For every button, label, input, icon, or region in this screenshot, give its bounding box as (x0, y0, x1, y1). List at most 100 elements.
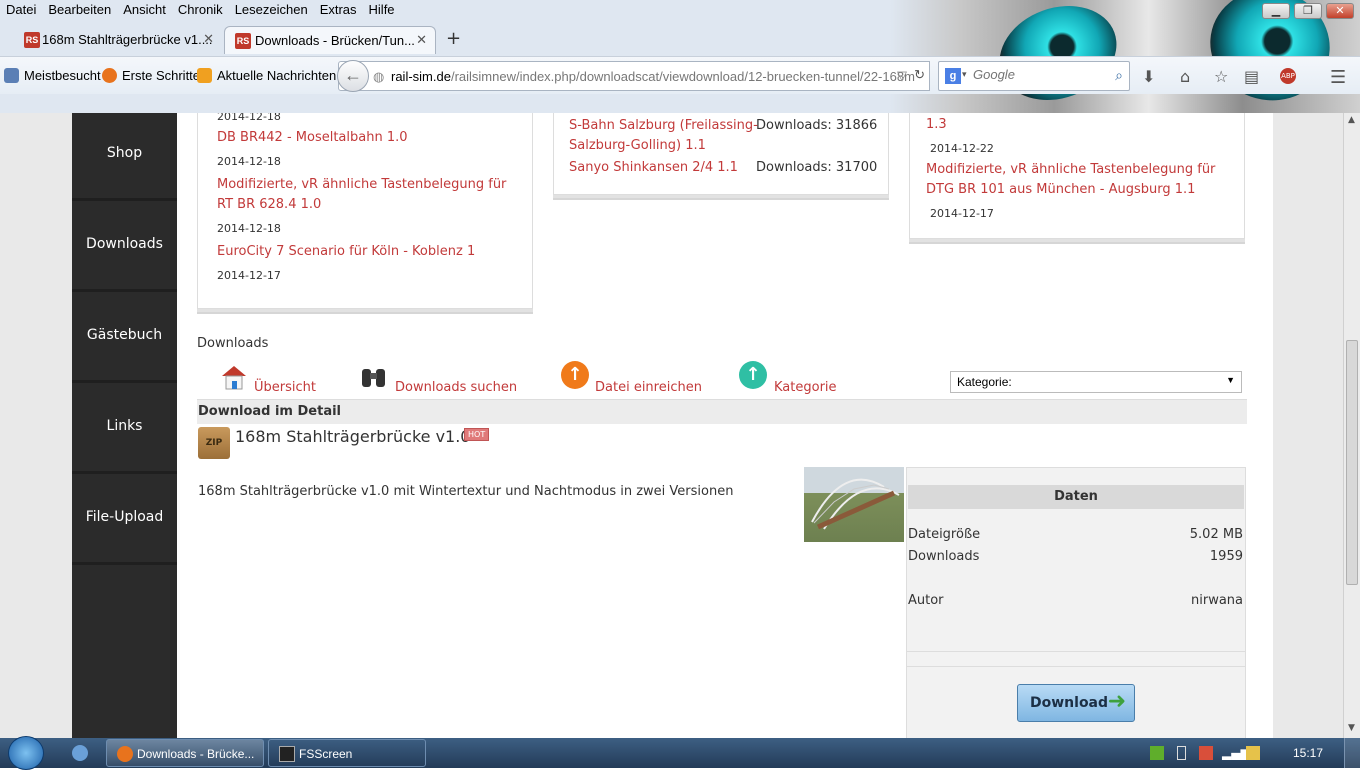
firefox-icon (102, 68, 117, 83)
category-link[interactable]: Kategorie (774, 378, 837, 398)
overview-link[interactable]: Übersicht (254, 378, 316, 398)
preview-thumbnail[interactable] (804, 467, 904, 542)
search-icon[interactable]: ⌕ (1115, 67, 1123, 84)
nav-toolbar: Meistbesucht Erste Schritte Aktuelle Nac… (0, 56, 1360, 94)
sidebar-item-downloads[interactable]: Downloads (72, 204, 177, 292)
maximize-button[interactable]: ❐ (1294, 3, 1322, 19)
entry-link[interactable]: S-Bahn Salzburg (Freilassing-Salzburg-Go… (569, 116, 759, 156)
globe-icon: ◍ (373, 69, 385, 84)
sidebar-item-shop[interactable]: Shop (72, 113, 177, 201)
entry-date: 2014-12-17 (217, 269, 281, 282)
downloads-icon[interactable]: ⬇ (1142, 67, 1155, 86)
sidebar-item-links[interactable]: Links (72, 386, 177, 474)
bookmark-label: Meistbesucht (24, 68, 101, 83)
taskbar-label: Downloads - Brücke... (137, 747, 255, 761)
tray-app-icon[interactable] (1199, 746, 1213, 760)
show-desktop-button[interactable] (1344, 738, 1360, 768)
dropdown-arrow-icon[interactable]: ▾ (962, 69, 967, 80)
bookmark-erste-schritte[interactable]: Erste Schritte (102, 68, 200, 83)
menu-extras[interactable]: Extras (314, 0, 363, 20)
divider (907, 651, 1245, 652)
adblock-icon[interactable]: ABP (1280, 68, 1296, 84)
entry-link[interactable]: 1.3 (926, 115, 947, 135)
info-value: 5.02 MB (1189, 527, 1243, 542)
close-tab-icon[interactable]: ✕ (203, 31, 214, 47)
bookmarks-list-icon[interactable]: ▤ (1244, 67, 1259, 86)
scroll-up-icon[interactable]: ▲ (1348, 115, 1355, 125)
binoculars-icon[interactable] (359, 363, 389, 391)
menu-hilfe[interactable]: Hilfe (363, 0, 401, 20)
upload-arrow-icon[interactable]: ↑ (561, 361, 589, 389)
menu-ansicht[interactable]: Ansicht (117, 0, 172, 20)
entry-link[interactable]: Modifizierte, vR ähnliche Tastenbelegung… (217, 175, 517, 215)
tab-active[interactable]: RS Downloads - Brücken/Tun... ✕ (224, 26, 436, 54)
search-box[interactable]: g ▾ ⌕ (938, 61, 1130, 91)
category-arrow-icon[interactable]: ↑ (739, 361, 767, 389)
page-scrollbar[interactable]: ▲ ▼ (1343, 113, 1360, 738)
sidebar-item-file-upload[interactable]: File-Upload (72, 477, 177, 565)
scrollbar-thumb[interactable] (1346, 340, 1358, 585)
file-info-panel: Daten Dateigröße 5.02 MB Downloads 1959 … (906, 467, 1246, 738)
nvidia-icon[interactable] (1150, 746, 1164, 760)
submit-file-link[interactable]: Datei einreichen (595, 378, 702, 398)
hot-badge: HOT (464, 428, 490, 441)
site-sidebar: Shop Downloads Gästebuch Links File-Uplo… (72, 113, 177, 738)
menu-chronik[interactable]: Chronik (172, 0, 229, 20)
download-button-label: Download (1030, 695, 1109, 711)
entry-link[interactable]: Modifizierte, vR ähnliche Tastenbelegung… (926, 160, 1236, 200)
firefox-icon (117, 746, 133, 762)
back-button[interactable]: ← (337, 60, 369, 92)
scroll-down-icon[interactable]: ▼ (1348, 723, 1355, 733)
rs-favicon-icon: RS (235, 33, 251, 49)
search-downloads-link[interactable]: Downloads suchen (395, 378, 517, 398)
section-heading: Downloads (197, 336, 269, 351)
start-button[interactable] (8, 736, 44, 770)
info-label: Dateigröße (908, 527, 981, 542)
entry-date: 2014-12-18 (217, 155, 281, 168)
taskbar-item-firefox[interactable]: Downloads - Brücke... (106, 739, 264, 767)
menu-icon[interactable]: ☰ (1330, 67, 1346, 88)
reload-icon[interactable]: ↻ (914, 67, 925, 83)
windows-taskbar: Downloads - Brücke... FSScreen ▂▄▆ 15:17 (0, 736, 1360, 770)
download-button[interactable]: Download ➜ (1017, 684, 1135, 722)
bookmark-aktuelle-nachrichten[interactable]: Aktuelle Nachrichten (197, 68, 336, 83)
menu-bearbeiten[interactable]: Bearbeiten (42, 0, 117, 20)
daten-header: Daten (908, 485, 1244, 509)
address-bar[interactable]: ← ◍ rail-sim.de/railsimnew/index.php/dow… (337, 60, 930, 92)
rs-favicon-icon: RS (24, 32, 40, 48)
menu-datei[interactable]: Datei (0, 0, 42, 20)
entry-date: 2014-12-18 (217, 222, 281, 235)
search-input[interactable] (973, 67, 1113, 82)
clock: 15:17 (1293, 746, 1324, 760)
bookmark-label: Aktuelle Nachrichten (217, 68, 337, 83)
tab-inactive[interactable]: RS 168m Stahlträgerbrücke v1.... ✕ (0, 26, 222, 54)
dropdown-arrow-icon[interactable]: ▽ (897, 68, 907, 84)
entry-link[interactable]: DB BR442 - Moseltalbahn 1.0 (217, 128, 408, 148)
home-icon[interactable]: ⌂ (1180, 67, 1190, 86)
entry-date: 2014-12-18 (217, 113, 281, 123)
main-content: 2014-12-18 DB BR442 - Moseltalbahn 1.0 2… (177, 113, 1273, 738)
entry-link[interactable]: EuroCity 7 Scenario für Köln - Koblenz 1 (217, 242, 475, 262)
menu-lesezeichen[interactable]: Lesezeichen (229, 0, 314, 20)
sidebar-item-gaestebuch[interactable]: Gästebuch (72, 295, 177, 383)
bookmark-meistbesucht[interactable]: Meistbesucht (4, 68, 101, 83)
updated-downloads-card: 1.3 2014-12-22 Modifizierte, vR ähnliche… (909, 113, 1245, 239)
taskbar-item-fsscreen[interactable]: FSScreen (268, 739, 426, 767)
new-tab-button[interactable]: + (446, 28, 461, 49)
explorer-icon[interactable] (72, 745, 88, 761)
close-tab-icon[interactable]: ✕ (416, 32, 427, 48)
entry-link[interactable]: Sanyo Shinkansen 2/4 1.1 (569, 158, 738, 178)
close-window-button[interactable]: ✕ (1326, 3, 1354, 19)
category-select[interactable]: Kategorie: ▼ (950, 371, 1242, 393)
battery-icon[interactable] (1177, 746, 1186, 760)
category-select-value: Kategorie: (957, 375, 1012, 389)
latest-downloads-card: 2014-12-18 DB BR442 - Moseltalbahn 1.0 2… (197, 113, 533, 309)
tray-app-icon[interactable] (1246, 746, 1260, 760)
download-count: Downloads: 31866 (756, 118, 878, 133)
rss-icon (197, 68, 212, 83)
web-page: Shop Downloads Gästebuch Links File-Uplo… (0, 113, 1343, 738)
home-icon[interactable] (219, 363, 249, 391)
minimize-button[interactable]: ▁ (1262, 3, 1290, 19)
bookmark-star-icon[interactable]: ☆ (1214, 67, 1228, 86)
tab-label: 168m Stahlträgerbrücke v1.... (42, 32, 213, 47)
